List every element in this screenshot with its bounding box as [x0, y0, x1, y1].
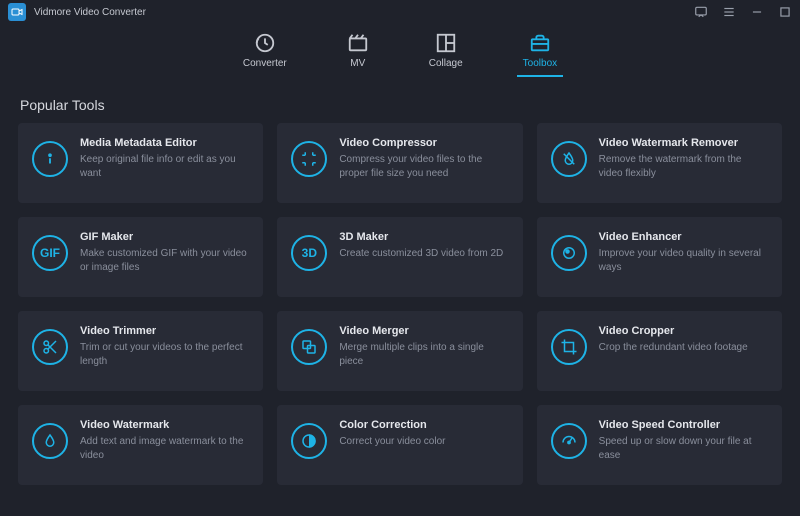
card-desc: Trim or cut your videos to the perfect l… [80, 341, 249, 368]
card-text: Video Watermark Remover Remove the water… [599, 137, 768, 180]
card-desc: Create customized 3D video from 2D [339, 247, 503, 261]
tool-speed-controller[interactable]: Video Speed Controller Speed up or slow … [537, 405, 782, 485]
card-desc: Speed up or slow down your file at ease [599, 435, 768, 462]
tool-video-cropper[interactable]: Video Cropper Crop the redundant video f… [537, 311, 782, 391]
compress-icon [291, 141, 327, 177]
section-title: Popular Tools [20, 97, 782, 113]
nav-converter[interactable]: Converter [243, 32, 287, 75]
nav-label: MV [350, 58, 365, 69]
card-text: Media Metadata Editor Keep original file… [80, 137, 249, 180]
tool-video-merger[interactable]: Video Merger Merge multiple clips into a… [277, 311, 522, 391]
window-controls [694, 5, 792, 19]
feedback-icon[interactable] [694, 5, 708, 19]
card-text: Video Watermark Add text and image water… [80, 419, 249, 462]
card-title: Video Watermark [80, 419, 249, 431]
card-title: Video Trimmer [80, 325, 249, 337]
nav-mv[interactable]: MV [347, 32, 369, 75]
trimmer-icon [32, 329, 68, 365]
nav-collage[interactable]: Collage [429, 32, 463, 75]
tool-color-correction[interactable]: Color Correction Correct your video colo… [277, 405, 522, 485]
card-desc: Crop the redundant video footage [599, 341, 748, 355]
3d-icon: 3D [291, 235, 327, 271]
menu-icon[interactable] [722, 5, 736, 19]
tool-watermark-remover[interactable]: Video Watermark Remover Remove the water… [537, 123, 782, 203]
card-text: Video Speed Controller Speed up or slow … [599, 419, 768, 462]
main-nav: Converter MV Collage Toolbox [0, 24, 800, 81]
card-title: Video Watermark Remover [599, 137, 768, 149]
card-desc: Remove the watermark from the video flex… [599, 153, 768, 180]
card-title: GIF Maker [80, 231, 249, 243]
card-title: Video Speed Controller [599, 419, 768, 431]
card-desc: Merge multiple clips into a single piece [339, 341, 508, 368]
card-title: Video Merger [339, 325, 508, 337]
tool-gif-maker[interactable]: GIF GIF Maker Make customized GIF with y… [18, 217, 263, 297]
maximize-icon[interactable] [778, 5, 792, 19]
card-title: 3D Maker [339, 231, 503, 243]
card-desc: Correct your video color [339, 435, 445, 449]
speed-icon [551, 423, 587, 459]
card-text: Video Enhancer Improve your video qualit… [599, 231, 768, 274]
tool-video-compressor[interactable]: Video Compressor Compress your video fil… [277, 123, 522, 203]
minimize-icon[interactable] [750, 5, 764, 19]
watermark-icon [32, 423, 68, 459]
merger-icon [291, 329, 327, 365]
tool-media-metadata[interactable]: Media Metadata Editor Keep original file… [18, 123, 263, 203]
card-desc: Compress your video files to the proper … [339, 153, 508, 180]
card-text: Video Cropper Crop the redundant video f… [599, 325, 748, 355]
tool-video-watermark[interactable]: Video Watermark Add text and image water… [18, 405, 263, 485]
nav-label: Collage [429, 58, 463, 69]
mv-icon [347, 32, 369, 54]
enhancer-icon [551, 235, 587, 271]
card-title: Color Correction [339, 419, 445, 431]
card-text: Video Merger Merge multiple clips into a… [339, 325, 508, 368]
app-title: Vidmore Video Converter [34, 7, 146, 18]
color-icon [291, 423, 327, 459]
card-title: Video Enhancer [599, 231, 768, 243]
card-desc: Improve your video quality in several wa… [599, 247, 768, 274]
tool-3d-maker[interactable]: 3D 3D Maker Create customized 3D video f… [277, 217, 522, 297]
card-desc: Make customized GIF with your video or i… [80, 247, 249, 274]
info-icon [32, 141, 68, 177]
nav-label: Converter [243, 58, 287, 69]
converter-icon [254, 32, 276, 54]
content: Popular Tools Media Metadata Editor Keep… [0, 81, 800, 485]
card-text: Color Correction Correct your video colo… [339, 419, 445, 449]
card-text: Video Compressor Compress your video fil… [339, 137, 508, 180]
card-text: Video Trimmer Trim or cut your videos to… [80, 325, 249, 368]
card-title: Video Cropper [599, 325, 748, 337]
card-desc: Keep original file info or edit as you w… [80, 153, 249, 180]
card-title: Video Compressor [339, 137, 508, 149]
titlebar: Vidmore Video Converter [0, 0, 800, 24]
cropper-icon [551, 329, 587, 365]
toolbox-icon [529, 32, 551, 54]
gif-icon: GIF [32, 235, 68, 271]
card-title: Media Metadata Editor [80, 137, 249, 149]
app-logo-icon [8, 3, 26, 21]
tool-video-enhancer[interactable]: Video Enhancer Improve your video qualit… [537, 217, 782, 297]
nav-toolbox[interactable]: Toolbox [523, 32, 557, 75]
card-desc: Add text and image watermark to the vide… [80, 435, 249, 462]
card-text: GIF Maker Make customized GIF with your … [80, 231, 249, 274]
tool-video-trimmer[interactable]: Video Trimmer Trim or cut your videos to… [18, 311, 263, 391]
remove-watermark-icon [551, 141, 587, 177]
collage-icon [435, 32, 457, 54]
nav-label: Toolbox [523, 58, 557, 69]
card-text: 3D Maker Create customized 3D video from… [339, 231, 503, 261]
tools-grid: Media Metadata Editor Keep original file… [18, 123, 782, 485]
